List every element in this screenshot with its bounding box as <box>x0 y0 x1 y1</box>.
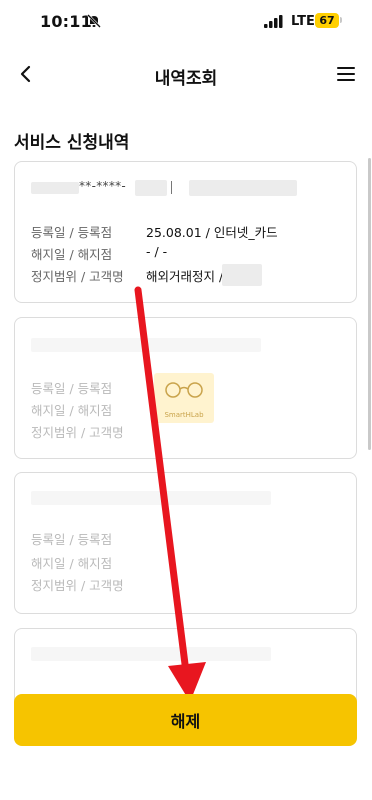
scrollbar[interactable] <box>368 158 371 450</box>
label-registered: 등록일 / 등록점 <box>31 532 113 547</box>
network-label: LTE <box>291 14 315 29</box>
value-terminated: - / - <box>146 244 168 259</box>
label-suspension: 정지범위 / 고객명 <box>31 425 124 440</box>
redacted-block <box>31 647 271 661</box>
redacted-block <box>189 180 297 196</box>
battery-icon: 67 <box>315 13 339 28</box>
signal-icon <box>264 15 283 28</box>
value-registered: 25.08.01 / 인터넷_카드 <box>146 225 278 240</box>
divider <box>171 181 172 194</box>
menu-icon[interactable] <box>336 66 356 82</box>
battery-nub <box>340 17 342 23</box>
label-suspension: 정지범위 / 고객명 <box>31 578 124 593</box>
label-registered: 등록일 / 등록점 <box>31 381 113 396</box>
header: 내역조회 <box>0 52 372 96</box>
status-bar: 10:11 LTE 67 <box>0 0 372 44</box>
redacted-block <box>135 180 167 196</box>
masked-id: **-****- <box>79 179 127 193</box>
glasses-icon <box>165 382 203 398</box>
value-suspension: 해외거래정지 / <box>146 269 224 284</box>
bell-off-icon <box>87 14 101 28</box>
service-card[interactable]: 등록일 / 등록점 해지일 / 해지점 정지범위 / 고객명 <box>14 472 357 614</box>
redacted-block <box>222 264 262 286</box>
redacted-block <box>31 338 261 352</box>
label-terminated: 해지일 / 해지점 <box>31 247 113 262</box>
service-card[interactable]: **-****- 등록일 / 등록점 25.08.01 / 인터넷_카드 해지일… <box>14 161 357 303</box>
section-title: 서비스 신청내역 <box>14 133 130 153</box>
label-suspension: 정지범위 / 고객명 <box>31 269 124 284</box>
redacted-block <box>31 182 79 194</box>
service-card[interactable]: 등록일 / 등록점 해지일 / 해지점 정지범위 / 고객명 SmartHLab <box>14 317 357 459</box>
watermark-label: SmartHLab <box>164 411 204 419</box>
label-terminated: 해지일 / 해지점 <box>31 556 113 571</box>
label-registered: 등록일 / 등록점 <box>31 225 113 240</box>
card-content: 등록일 / 등록점 해지일 / 해지점 정지범위 / 고객명 <box>15 473 356 613</box>
watermark: SmartHLab <box>154 373 214 423</box>
cancel-service-button[interactable]: 해제 <box>14 694 357 746</box>
label-terminated: 해지일 / 해지점 <box>31 403 113 418</box>
redacted-block <box>31 491 271 505</box>
status-time: 10:11 <box>40 12 92 31</box>
page-title: 내역조회 <box>154 69 218 89</box>
